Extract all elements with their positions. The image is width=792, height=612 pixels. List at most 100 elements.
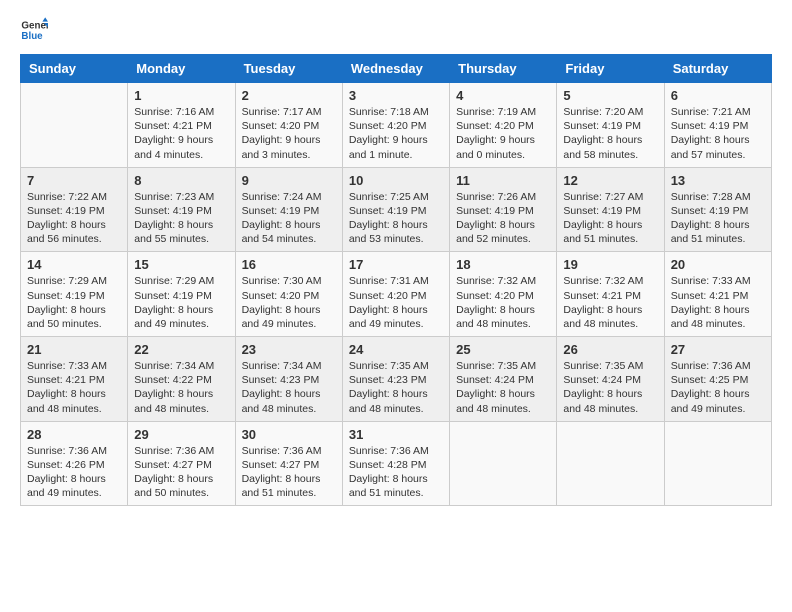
sunrise-text: Sunrise: 7:36 AM: [134, 444, 228, 458]
calendar-cell: [557, 421, 664, 506]
sunrise-text: Sunrise: 7:16 AM: [134, 105, 228, 119]
calendar-cell: 27Sunrise: 7:36 AMSunset: 4:25 PMDayligh…: [664, 337, 771, 422]
calendar-cell: 13Sunrise: 7:28 AMSunset: 4:19 PMDayligh…: [664, 167, 771, 252]
sunrise-text: Sunrise: 7:30 AM: [242, 274, 336, 288]
day-number: 15: [134, 257, 228, 272]
calendar-week-row: 14Sunrise: 7:29 AMSunset: 4:19 PMDayligh…: [21, 252, 772, 337]
sunrise-text: Sunrise: 7:36 AM: [27, 444, 121, 458]
calendar-cell: 16Sunrise: 7:30 AMSunset: 4:20 PMDayligh…: [235, 252, 342, 337]
sunrise-text: Sunrise: 7:35 AM: [563, 359, 657, 373]
sunset-text: Sunset: 4:19 PM: [134, 289, 228, 303]
sunset-text: Sunset: 4:21 PM: [563, 289, 657, 303]
calendar-cell: 1Sunrise: 7:16 AMSunset: 4:21 PMDaylight…: [128, 83, 235, 168]
day-number: 1: [134, 88, 228, 103]
sunset-text: Sunset: 4:24 PM: [563, 373, 657, 387]
sunrise-text: Sunrise: 7:35 AM: [456, 359, 550, 373]
sunset-text: Sunset: 4:19 PM: [671, 119, 765, 133]
sunset-text: Sunset: 4:19 PM: [349, 204, 443, 218]
daylight-text: Daylight: 8 hours and 51 minutes.: [563, 218, 657, 246]
sunset-text: Sunset: 4:23 PM: [349, 373, 443, 387]
day-number: 6: [671, 88, 765, 103]
daylight-text: Daylight: 8 hours and 49 minutes.: [134, 303, 228, 331]
calendar-cell: 30Sunrise: 7:36 AMSunset: 4:27 PMDayligh…: [235, 421, 342, 506]
sunset-text: Sunset: 4:19 PM: [134, 204, 228, 218]
sunset-text: Sunset: 4:19 PM: [563, 119, 657, 133]
calendar-header-tuesday: Tuesday: [235, 55, 342, 83]
sunset-text: Sunset: 4:19 PM: [563, 204, 657, 218]
daylight-text: Daylight: 8 hours and 49 minutes.: [349, 303, 443, 331]
daylight-text: Daylight: 8 hours and 51 minutes.: [671, 218, 765, 246]
calendar-cell: 6Sunrise: 7:21 AMSunset: 4:19 PMDaylight…: [664, 83, 771, 168]
sunrise-text: Sunrise: 7:33 AM: [671, 274, 765, 288]
sunrise-text: Sunrise: 7:21 AM: [671, 105, 765, 119]
day-number: 4: [456, 88, 550, 103]
daylight-text: Daylight: 9 hours and 4 minutes.: [134, 133, 228, 161]
day-number: 7: [27, 173, 121, 188]
calendar-cell: 18Sunrise: 7:32 AMSunset: 4:20 PMDayligh…: [450, 252, 557, 337]
sunrise-text: Sunrise: 7:20 AM: [563, 105, 657, 119]
calendar-cell: 11Sunrise: 7:26 AMSunset: 4:19 PMDayligh…: [450, 167, 557, 252]
daylight-text: Daylight: 9 hours and 3 minutes.: [242, 133, 336, 161]
daylight-text: Daylight: 8 hours and 48 minutes.: [27, 387, 121, 415]
calendar-cell: 9Sunrise: 7:24 AMSunset: 4:19 PMDaylight…: [235, 167, 342, 252]
calendar-cell: 19Sunrise: 7:32 AMSunset: 4:21 PMDayligh…: [557, 252, 664, 337]
sunrise-text: Sunrise: 7:19 AM: [456, 105, 550, 119]
sunrise-text: Sunrise: 7:17 AM: [242, 105, 336, 119]
calendar-cell: 8Sunrise: 7:23 AMSunset: 4:19 PMDaylight…: [128, 167, 235, 252]
daylight-text: Daylight: 8 hours and 49 minutes.: [671, 387, 765, 415]
sunrise-text: Sunrise: 7:34 AM: [134, 359, 228, 373]
sunset-text: Sunset: 4:19 PM: [27, 204, 121, 218]
day-number: 16: [242, 257, 336, 272]
daylight-text: Daylight: 8 hours and 48 minutes.: [563, 303, 657, 331]
header: General Blue: [20, 16, 772, 44]
daylight-text: Daylight: 8 hours and 48 minutes.: [242, 387, 336, 415]
calendar-cell: 31Sunrise: 7:36 AMSunset: 4:28 PMDayligh…: [342, 421, 449, 506]
sunrise-text: Sunrise: 7:26 AM: [456, 190, 550, 204]
daylight-text: Daylight: 8 hours and 51 minutes.: [242, 472, 336, 500]
daylight-text: Daylight: 8 hours and 48 minutes.: [456, 303, 550, 331]
calendar-cell: 28Sunrise: 7:36 AMSunset: 4:26 PMDayligh…: [21, 421, 128, 506]
calendar-header-row: SundayMondayTuesdayWednesdayThursdayFrid…: [21, 55, 772, 83]
calendar-cell: 25Sunrise: 7:35 AMSunset: 4:24 PMDayligh…: [450, 337, 557, 422]
daylight-text: Daylight: 8 hours and 53 minutes.: [349, 218, 443, 246]
sunset-text: Sunset: 4:19 PM: [242, 204, 336, 218]
sunset-text: Sunset: 4:20 PM: [456, 119, 550, 133]
daylight-text: Daylight: 8 hours and 52 minutes.: [456, 218, 550, 246]
calendar-header-thursday: Thursday: [450, 55, 557, 83]
sunset-text: Sunset: 4:19 PM: [671, 204, 765, 218]
sunrise-text: Sunrise: 7:29 AM: [27, 274, 121, 288]
daylight-text: Daylight: 8 hours and 55 minutes.: [134, 218, 228, 246]
sunset-text: Sunset: 4:20 PM: [456, 289, 550, 303]
day-number: 14: [27, 257, 121, 272]
daylight-text: Daylight: 8 hours and 51 minutes.: [349, 472, 443, 500]
sunrise-text: Sunrise: 7:36 AM: [671, 359, 765, 373]
sunset-text: Sunset: 4:22 PM: [134, 373, 228, 387]
day-number: 3: [349, 88, 443, 103]
sunset-text: Sunset: 4:19 PM: [27, 289, 121, 303]
calendar-cell: 10Sunrise: 7:25 AMSunset: 4:19 PMDayligh…: [342, 167, 449, 252]
daylight-text: Daylight: 8 hours and 48 minutes.: [349, 387, 443, 415]
day-number: 23: [242, 342, 336, 357]
sunset-text: Sunset: 4:23 PM: [242, 373, 336, 387]
sunrise-text: Sunrise: 7:27 AM: [563, 190, 657, 204]
calendar-week-row: 7Sunrise: 7:22 AMSunset: 4:19 PMDaylight…: [21, 167, 772, 252]
logo: General Blue: [20, 16, 48, 44]
calendar-week-row: 21Sunrise: 7:33 AMSunset: 4:21 PMDayligh…: [21, 337, 772, 422]
sunrise-text: Sunrise: 7:32 AM: [456, 274, 550, 288]
sunrise-text: Sunrise: 7:28 AM: [671, 190, 765, 204]
svg-text:Blue: Blue: [21, 31, 43, 42]
calendar-cell: 14 Sunrise: 7:29 AMSunset: 4:19 PMDayligh…: [21, 252, 128, 337]
day-number: 31: [349, 427, 443, 442]
daylight-text: Daylight: 8 hours and 48 minutes.: [456, 387, 550, 415]
daylight-text: Daylight: 8 hours and 50 minutes.: [27, 303, 121, 331]
calendar-cell: 24Sunrise: 7:35 AMSunset: 4:23 PMDayligh…: [342, 337, 449, 422]
calendar-header-wednesday: Wednesday: [342, 55, 449, 83]
calendar-header-friday: Friday: [557, 55, 664, 83]
sunset-text: Sunset: 4:25 PM: [671, 373, 765, 387]
sunrise-text: Sunrise: 7:36 AM: [242, 444, 336, 458]
day-number: 12: [563, 173, 657, 188]
calendar-week-row: 28Sunrise: 7:36 AMSunset: 4:26 PMDayligh…: [21, 421, 772, 506]
sunrise-text: Sunrise: 7:36 AM: [349, 444, 443, 458]
day-number: 29: [134, 427, 228, 442]
day-number: 11: [456, 173, 550, 188]
